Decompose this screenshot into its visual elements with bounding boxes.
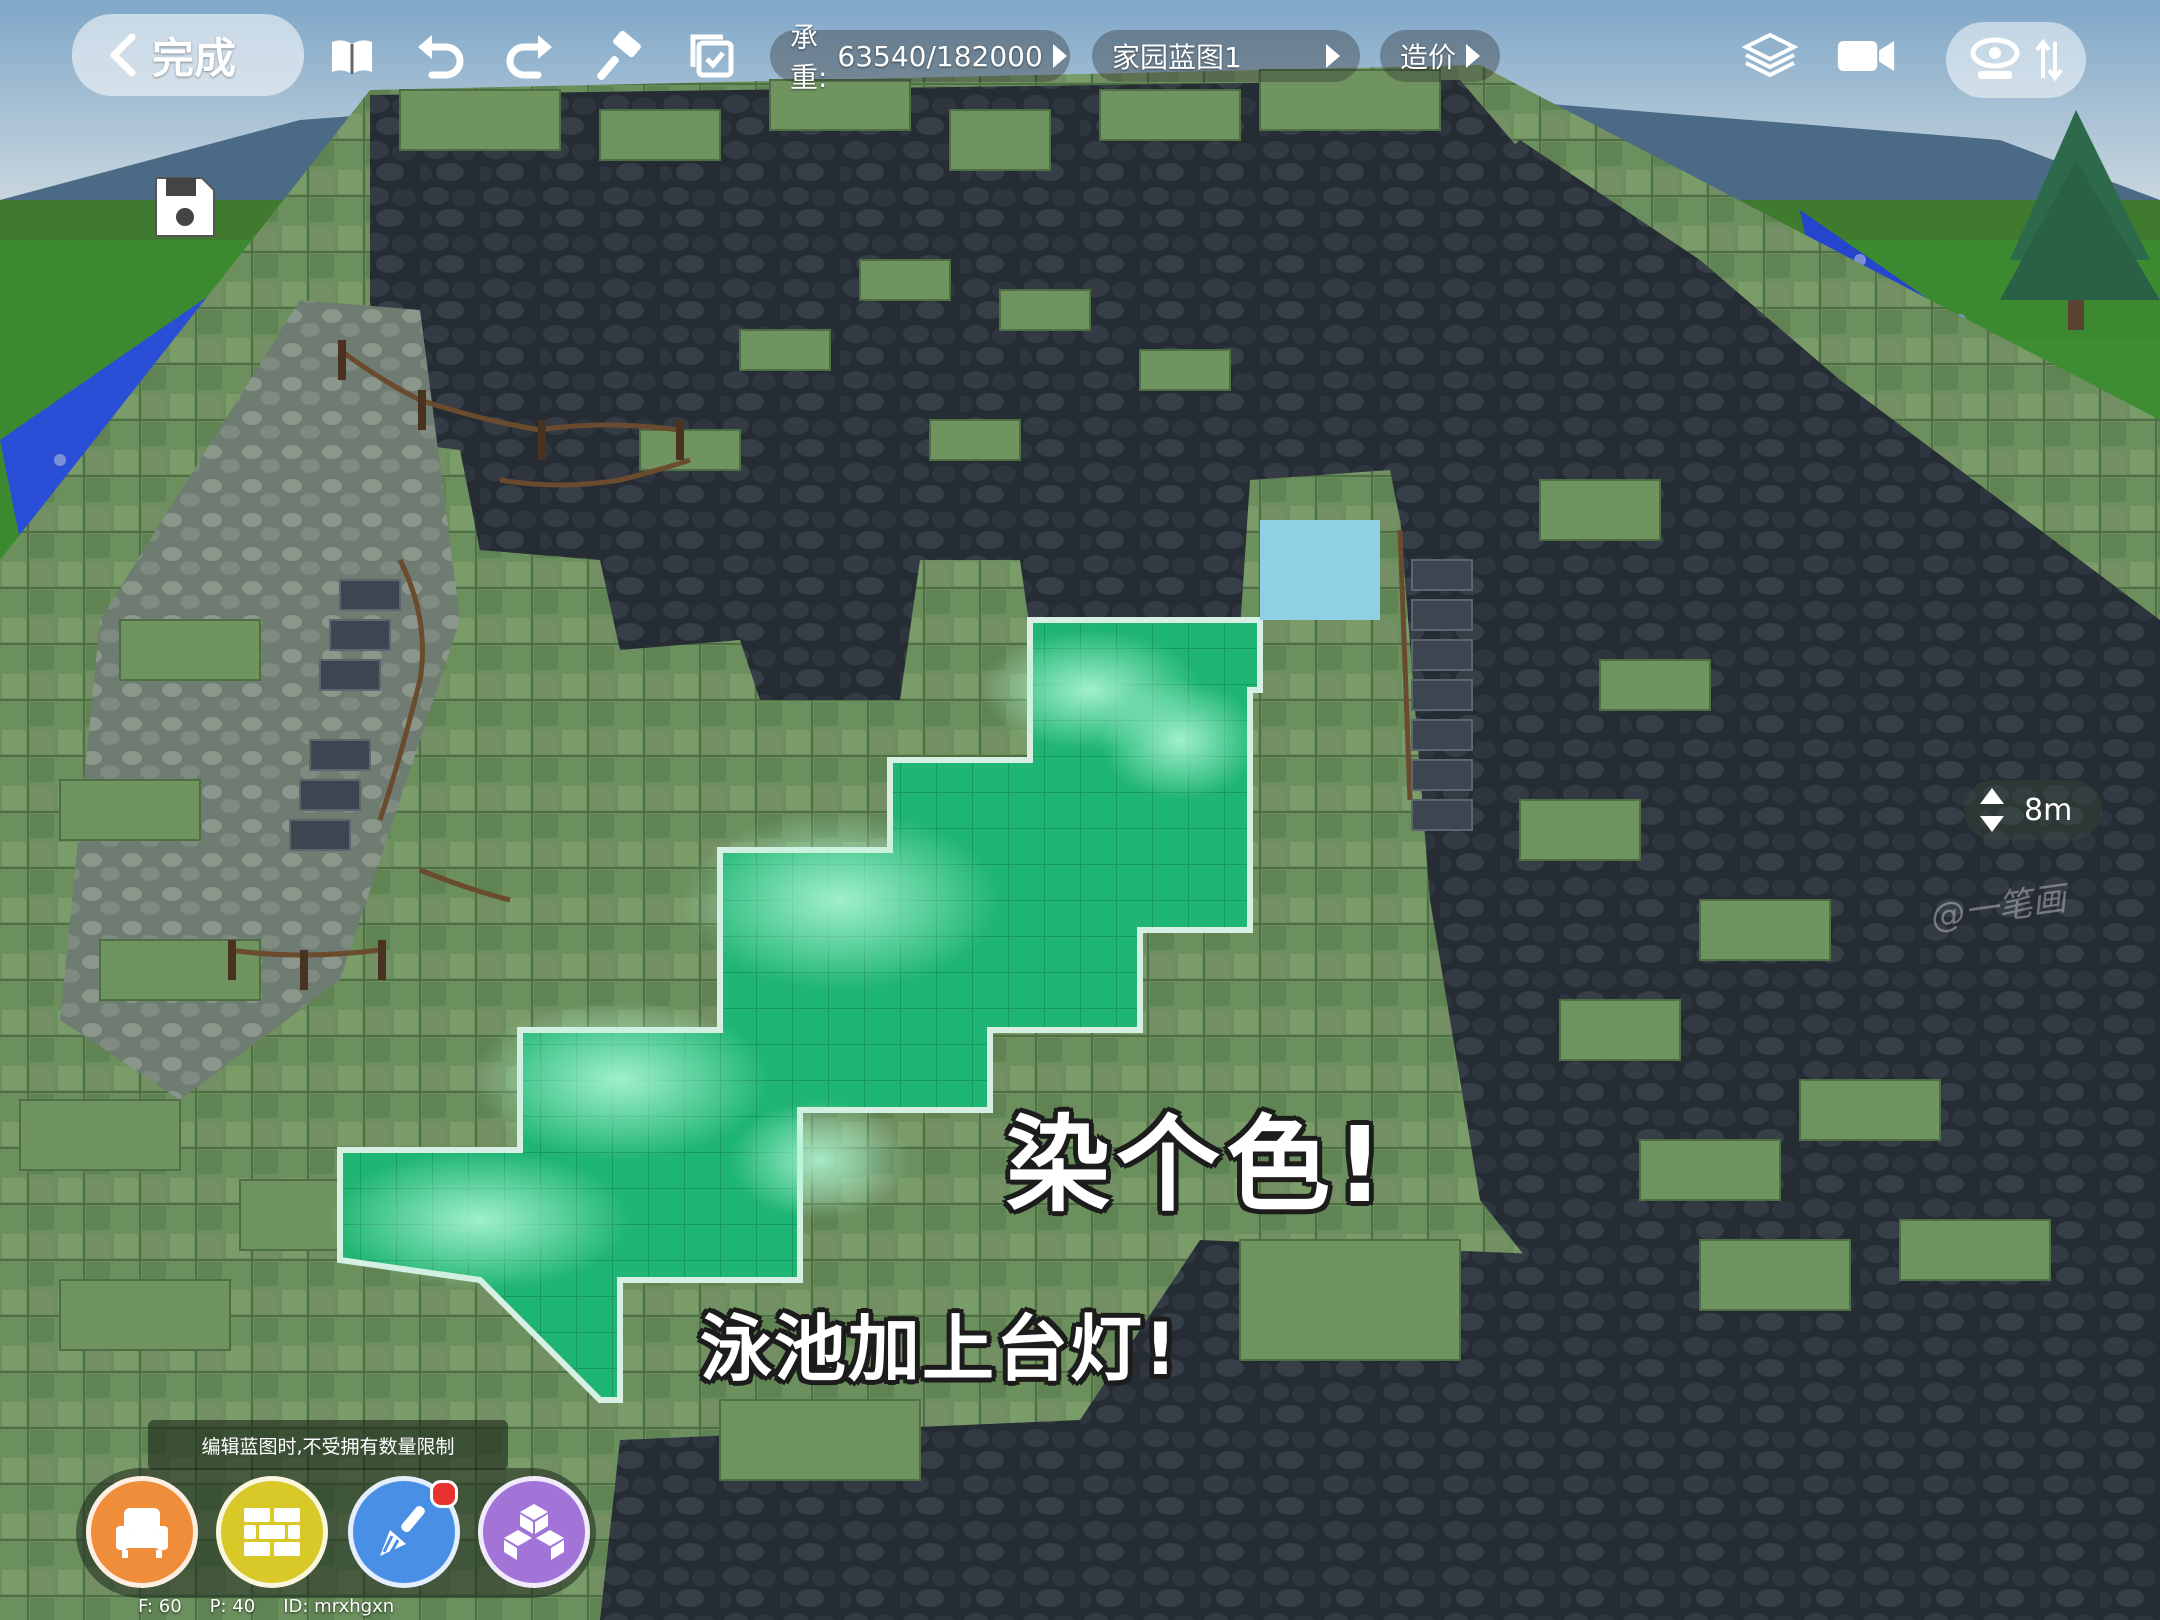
checklist-icon (690, 34, 734, 78)
weight-label: 承重: (790, 21, 828, 94)
notification-dot (430, 1480, 458, 1508)
brush-icon (380, 1505, 425, 1556)
cubes-icon (504, 1504, 564, 1560)
status-f: F: 60 (138, 1596, 182, 1617)
blueprint-selector[interactable]: 家园蓝图1 (1092, 30, 1360, 82)
weight-indicator[interactable]: 承重: 63540/182000 (770, 21, 1070, 94)
done-button[interactable]: 完成 (72, 14, 304, 96)
book-button[interactable] (322, 26, 382, 86)
grid-view-button[interactable] (1740, 26, 1800, 86)
weight-value: 63540/182000 (837, 39, 1043, 73)
blueprint-name: 家园蓝图1 (1112, 41, 1242, 74)
done-label: 完成 (152, 33, 237, 83)
save-button[interactable] (150, 172, 220, 242)
play-arrow-icon (1466, 44, 1480, 68)
checklist-button[interactable] (682, 26, 742, 86)
status-p: P: 40 (209, 1596, 256, 1617)
camera-button[interactable] (1836, 26, 1896, 86)
undo-button[interactable] (410, 26, 470, 86)
undo-icon (418, 35, 464, 79)
eye-icon (1970, 37, 2020, 79)
swap-arrows-icon (2035, 38, 2063, 82)
up-down-arrows-icon (1980, 788, 2004, 832)
camera-icon (1837, 41, 1895, 71)
price-button[interactable]: 造价 (1380, 30, 1500, 82)
status-id: ID: mrxhgxn (283, 1596, 395, 1617)
build-tool-button[interactable] (216, 1476, 328, 1588)
furniture-tool-button[interactable] (86, 1476, 198, 1588)
caption-pool-lamp: 泳池加上台灯! (700, 1307, 1179, 1391)
grid-view-icon (1742, 32, 1798, 78)
hammer-icon (597, 30, 641, 81)
height-indicator[interactable]: 8m (1964, 780, 2102, 840)
price-label: 造价 (1400, 41, 1457, 74)
redo-icon (506, 35, 552, 79)
height-value: 8m (2024, 792, 2073, 828)
armchair-icon (116, 1508, 168, 1558)
play-arrow-icon (1326, 44, 1340, 68)
brick-wall-icon (244, 1508, 300, 1556)
view-toggle-button[interactable] (1946, 22, 2086, 98)
save-icon (155, 177, 215, 237)
caption-dye: 染个色! (1006, 1104, 1390, 1226)
blueprint-hint: 编辑蓝图时,不受拥有数量限制 (148, 1420, 508, 1470)
book-icon (332, 40, 372, 74)
blocks-tool-button[interactable] (478, 1476, 590, 1588)
status-line: F: 60 P: 40 ID: mrxhgxn (138, 1596, 394, 1617)
redo-button[interactable] (500, 26, 560, 86)
hammer-button[interactable] (592, 26, 652, 86)
back-chevron-icon (110, 33, 136, 77)
play-arrow-icon (1052, 44, 1067, 68)
